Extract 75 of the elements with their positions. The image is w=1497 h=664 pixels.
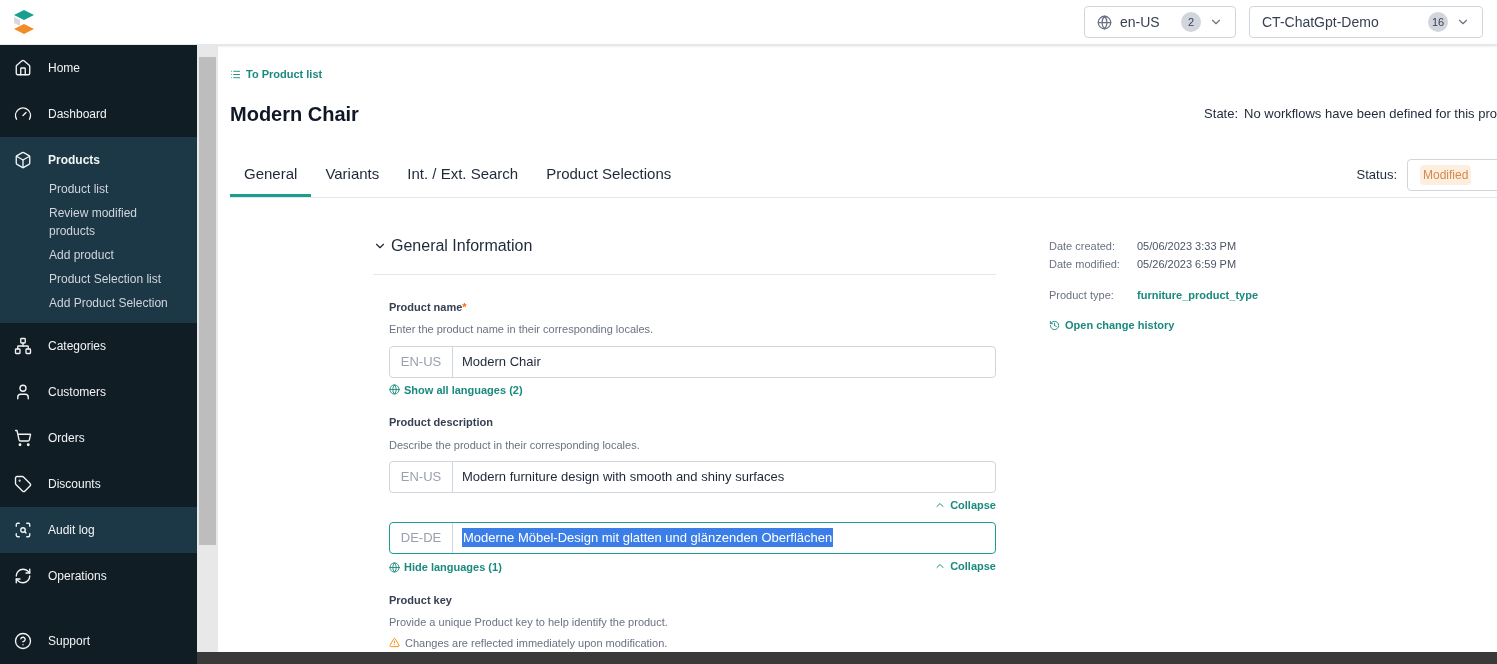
field-hint: Provide a unique Product key to help identify the product. [389,615,669,630]
info-label: Product type: [1049,287,1115,303]
refresh-icon [14,567,32,585]
tab[interactable]: Variants [311,163,394,197]
warning-text: Changes are reflected immediately upon modification. [405,635,668,651]
info-label: Date created: [1049,238,1117,254]
state-label: State: [1204,104,1239,123]
selector-dropdown[interactable]: en-US 2 [1084,6,1236,38]
logo-icon [12,9,36,35]
locale-label: EN-US [390,346,453,377]
tag-icon [14,475,32,493]
page-title: Modern Chair [230,101,359,127]
list-icon [230,68,241,80]
history-link[interactable]: Open change history [1049,317,1175,334]
info-label: Date modified: [1049,257,1121,272]
collapse-link[interactable]: Collapse [934,557,996,574]
history-icon [1049,319,1060,331]
sidebar-item[interactable]: Dashboard [0,91,197,137]
globe-icon [389,561,400,573]
count-badge: 16 [1428,12,1448,32]
field-label: Product name [389,299,463,315]
sidebar-item[interactable]: Support [0,618,197,664]
field-label: Product description [389,415,493,430]
scrollbar-thumb[interactable] [199,57,216,545]
hierarchy-icon [14,337,32,355]
globe-icon [389,384,400,396]
sidebar-item[interactable]: Audit log [0,507,197,553]
state-text: No workflows have been defined for this pro [1244,104,1497,123]
field-hint: Enter the product name in their corresponding locales. [389,322,655,337]
box-icon [14,151,32,169]
tab[interactable]: General [230,163,312,197]
language-toggle[interactable]: Hide languages (1) [389,559,502,576]
help-icon [14,632,32,650]
home-icon [14,59,32,77]
status-tag: Modified [1420,164,1472,185]
selector-dropdown[interactable]: CT-ChatGpt-Demo 16 [1249,6,1483,38]
input-value: Moderne Möbel-Design mit glatten und glänzenden Oberflächen [462,527,834,548]
product-type-link[interactable]: furniture_product_type [1137,286,1258,303]
sidebar-subitem[interactable]: Add product [0,243,197,267]
locale-input[interactable]: DE-DE Moderne Möbel-Design mit glatten und glänzenden Oberflächen [389,521,996,554]
sidebar-item[interactable]: Home [0,45,197,91]
locale-input[interactable]: EN-US Modern furniture design with smooth and shiny surfaces [389,461,996,493]
info-value: 05/26/2023 6:59 PM [1137,257,1237,272]
sidebar-item[interactable]: Customers [0,369,197,415]
tab[interactable]: Product Selections [532,163,686,197]
locale-label: EN-US [390,462,453,492]
count-badge: 2 [1181,12,1201,32]
warning-icon [389,637,400,649]
sidebar-item[interactable]: Orders [0,415,197,461]
locale-input[interactable]: EN-US Modern Chair [389,345,996,378]
language-toggle[interactable]: Show all languages (2) [389,381,523,398]
sidebar-item[interactable]: Categories [0,323,197,369]
field-hint: Describe the product in their corresponding locales. [389,437,641,453]
cart-icon [14,429,32,447]
field-label: Product key [389,592,452,608]
locale-label: DE-DE [390,522,453,553]
sidebar-item[interactable]: Operations [0,553,197,599]
tab[interactable]: Int. / Ext. Search [393,163,533,197]
sidebar-subitem[interactable]: Add Product Selection [0,291,197,315]
status-label: Status: [1356,165,1397,184]
collapse-link[interactable]: Collapse [934,497,996,514]
section-header[interactable]: General Information [373,233,996,275]
input-value: Modern Chair [462,352,541,371]
user-icon [14,383,32,401]
search-list-icon [14,521,32,539]
required-mark: * [462,299,467,315]
back-link[interactable]: To Product list [230,66,323,83]
globe-icon [1097,14,1112,30]
scrollbar[interactable] [197,45,218,652]
sidebar-subitem[interactable]: Review modified products [0,201,197,243]
sidebar-subitem[interactable]: Product Selection list [0,267,197,291]
input-value: Modern furniture design with smooth and shiny surfaces [462,468,785,487]
sidebar-item[interactable]: Discounts [0,461,197,507]
info-value: 05/06/2023 3:33 PM [1137,238,1237,254]
gauge-icon [14,105,32,123]
